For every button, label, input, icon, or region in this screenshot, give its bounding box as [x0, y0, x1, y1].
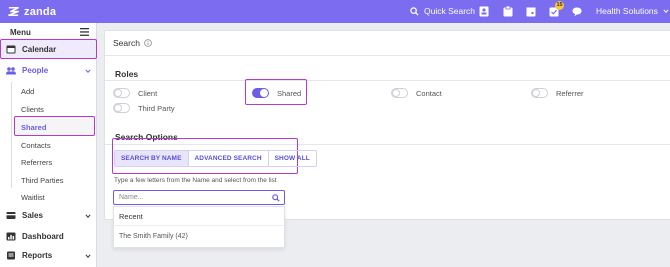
toggle-label: Contact	[416, 88, 442, 98]
toggle-label: Referrer	[556, 88, 584, 98]
sidebar-item-dashboard[interactable]: Dashboard	[0, 232, 97, 241]
sidebar-item-label: Calendar	[22, 45, 57, 54]
quick-search-label: Quick Search	[424, 6, 476, 16]
toggle-switch[interactable]	[113, 103, 130, 113]
divider	[114, 225, 284, 226]
chevron-down-icon	[85, 254, 91, 258]
role-toggle-contact[interactable]: Contact	[391, 88, 442, 98]
tab-show-all[interactable]: SHOW ALL	[269, 151, 316, 166]
page-title-text: Search	[113, 38, 140, 48]
sidebar-item-sales[interactable]: Sales	[0, 211, 97, 220]
sidebar-item-label: People	[22, 66, 49, 75]
notification-badge: 15	[555, 1, 564, 10]
name-search-input[interactable]	[119, 194, 267, 201]
organization-name: Health Solutions	[596, 6, 658, 16]
recent-dropdown: Recent The Smith Family (42)	[113, 206, 285, 248]
search-hint: Type a few letters from the Name and sel…	[114, 177, 277, 184]
chevron-down-icon	[85, 214, 91, 218]
name-search-field[interactable]	[113, 190, 285, 205]
submenu-item-clients[interactable]: Clients	[21, 105, 44, 114]
toggle-switch[interactable]	[531, 88, 548, 98]
sidebar-item-label: Dashboard	[22, 232, 64, 241]
top-bar: zanda Quick Search 15 Health Solutions	[0, 0, 670, 23]
roles-heading: Roles	[115, 69, 139, 79]
contact-card-icon[interactable]	[479, 6, 489, 17]
chevron-down-icon	[85, 69, 91, 73]
tab-advanced-search[interactable]: ADVANCED SEARCH	[189, 151, 269, 166]
submenu-item-add[interactable]: Add	[21, 87, 34, 96]
toggle-label: Client	[138, 88, 158, 98]
organization-menu[interactable]: Health Solutions	[596, 6, 669, 16]
page-title: Search	[113, 38, 152, 48]
brand-logo[interactable]: zanda	[7, 5, 56, 18]
hamburger-icon[interactable]	[80, 28, 89, 36]
recent-item[interactable]: The Smith Family (42)	[119, 233, 188, 240]
sidebar-item-calendar[interactable]: Calendar	[0, 45, 97, 54]
reports-icon	[7, 251, 15, 260]
chevron-down-icon	[663, 9, 669, 13]
submenu-item-shared[interactable]: Shared	[21, 123, 46, 132]
menu-heading: Menu	[10, 28, 31, 37]
toggle-switch[interactable]	[113, 88, 130, 98]
submenu-item-waitlist[interactable]: Waitlist	[21, 193, 45, 202]
people-icon	[6, 67, 16, 75]
dashboard-icon	[6, 232, 16, 241]
sidebar-item-reports[interactable]: Reports	[0, 251, 97, 260]
search-mode-tabs: SEARCH BY NAME ADVANCED SEARCH SHOW ALL	[114, 150, 317, 167]
recent-heading: Recent	[119, 212, 143, 221]
role-toggle-third-party[interactable]: Third Party	[113, 103, 175, 113]
sales-icon	[6, 212, 16, 219]
sidebar-item-people[interactable]: People	[0, 66, 97, 75]
tab-search-by-name[interactable]: SEARCH BY NAME	[115, 151, 189, 166]
clipboard-icon[interactable]	[503, 6, 513, 17]
sidebar-item-label: Reports	[22, 251, 53, 260]
role-toggle-referrer[interactable]: Referrer	[531, 88, 584, 98]
info-icon[interactable]	[144, 39, 152, 47]
brand-name: zanda	[24, 5, 57, 18]
submenu-item-referrers[interactable]: Referrers	[21, 158, 52, 167]
shared-toggle-highlight	[245, 79, 307, 105]
zanda-logo-icon	[8, 7, 19, 16]
chat-icon[interactable]	[572, 6, 582, 17]
divider	[105, 80, 670, 81]
search-icon	[410, 6, 419, 16]
toggle-switch[interactable]	[391, 88, 408, 98]
calendar-icon	[6, 45, 16, 54]
submenu-guide-line	[11, 82, 12, 188]
role-toggle-client[interactable]: Client	[113, 88, 157, 98]
sidebar-item-label: Sales	[22, 211, 43, 220]
search-icon[interactable]	[272, 194, 280, 202]
toggle-label: Third Party	[138, 103, 175, 113]
divider	[105, 55, 670, 56]
submenu-item-contacts[interactable]: Contacts	[21, 141, 51, 150]
submenu-item-third-parties[interactable]: Third Parties	[21, 176, 64, 185]
calendar-icon[interactable]	[526, 6, 536, 17]
quick-search-button[interactable]: Quick Search	[410, 6, 475, 16]
